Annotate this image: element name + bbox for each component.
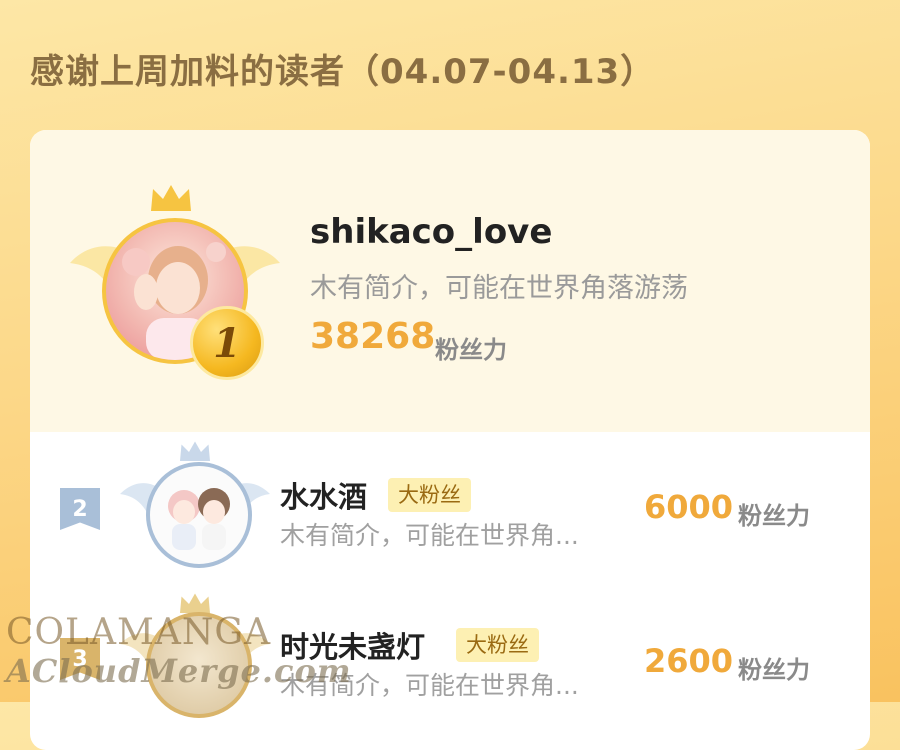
fan-power-unit: 粉丝力 xyxy=(738,502,810,530)
fan-power-unit: 粉丝力 xyxy=(738,656,810,684)
fan-badge: 大粉丝 xyxy=(456,628,539,662)
fan-power-score: 2600 xyxy=(644,642,734,680)
rank-medal-icon: 1 xyxy=(190,306,264,380)
leaderboard-top-entry[interactable]: 1 shikaco_love 木有简介，可能在世界角落游荡 38268 粉丝力 xyxy=(30,130,870,432)
fan-power-score: 38268 xyxy=(310,316,436,357)
crown-icon xyxy=(180,441,210,461)
username[interactable]: 水水酒 xyxy=(280,474,367,516)
fan-power-score: 6000 xyxy=(644,488,734,526)
fan-power-unit: 粉丝力 xyxy=(435,336,507,364)
leaderboard-row[interactable]: 2 水水酒 大粉丝 木有简介，可能在世界角... 6000 粉丝力 xyxy=(30,432,870,582)
watermark: COLAMANGA xyxy=(6,612,272,653)
avatar[interactable] xyxy=(146,462,252,568)
rank-flag: 2 xyxy=(60,488,100,530)
username[interactable]: shikaco_love xyxy=(310,212,552,252)
fan-badge: 大粉丝 xyxy=(388,478,471,512)
watermark-url: ACloudMerge.com xyxy=(6,652,352,690)
crown-icon xyxy=(151,185,191,211)
user-bio: 木有简介，可能在世界角落游荡 xyxy=(310,273,688,304)
user-bio: 木有简介，可能在世界角... xyxy=(280,521,579,550)
page-title: 感谢上周加料的读者（04.07-04.13） xyxy=(30,52,656,92)
